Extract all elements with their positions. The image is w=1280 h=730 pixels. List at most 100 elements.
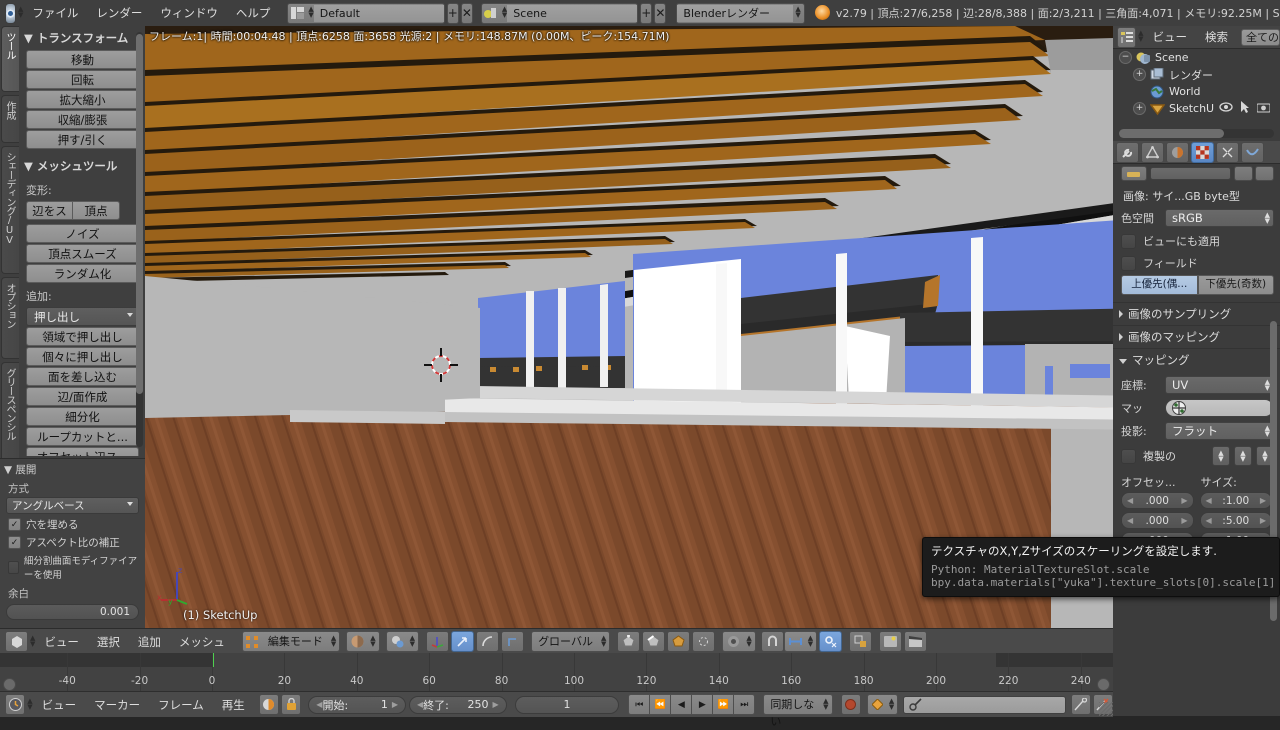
renderability-camera-icon[interactable]: [1256, 102, 1271, 116]
operator-panel-title[interactable]: ▼ 展開: [0, 459, 145, 479]
insert-keyframe-icon[interactable]: [1070, 694, 1091, 715]
snap-magnet-icon[interactable]: [760, 631, 784, 652]
offset-y-field[interactable]: ◀ .000 ▶: [1121, 512, 1194, 529]
prev-keyframe-icon[interactable]: ⏪: [650, 694, 672, 715]
tool-vertex-slide[interactable]: 頂点: [73, 201, 120, 220]
transform-panel-title[interactable]: ▼ トランスフォーム: [20, 26, 145, 49]
timeline-editor-type-icon[interactable]: [5, 694, 26, 715]
mode-selector[interactable]: 編集モード ▲ ▼: [241, 631, 341, 652]
offset-x-field[interactable]: ◀ .000 ▶: [1121, 492, 1194, 509]
tool-inset-faces[interactable]: 面を差し込む: [26, 367, 139, 386]
outliner-item-render[interactable]: + レンダー: [1113, 66, 1280, 83]
record-icon[interactable]: [840, 694, 861, 715]
sync-mode-selector[interactable]: 同期しない ▲ ▼: [763, 694, 833, 728]
section-mapping[interactable]: マッピング: [1113, 348, 1280, 371]
tab-shading-uv[interactable]: シェーディング/UV: [1, 146, 19, 274]
outliner-hscroll-thumb[interactable]: [1119, 129, 1224, 138]
timeline-hscroll-right-handle[interactable]: [1097, 678, 1110, 691]
tab-modifier-icon[interactable]: [1141, 141, 1164, 163]
menu-help[interactable]: ヘルプ: [227, 2, 280, 24]
fields-checkbox[interactable]: [1121, 255, 1136, 271]
tool-rotate[interactable]: 回転: [26, 70, 139, 89]
margin-value-field[interactable]: 0.001: [6, 604, 139, 620]
tool-push-pull[interactable]: 押す/引く: [26, 130, 139, 149]
fields-row[interactable]: フィールド: [1113, 249, 1280, 271]
unwrap-method-dropdown[interactable]: アングルベース: [6, 497, 139, 514]
size-y-field[interactable]: ◀:5.00 ▶: [1199, 512, 1272, 529]
duplicate-checkbox[interactable]: [1121, 448, 1136, 464]
timeline-editor[interactable]: -40 -20 0 20 40 60 80 100 120 140 160 180 200 220 240 …: [0, 653, 1114, 728]
render-engine-value[interactable]: Blenderレンダー: [677, 4, 794, 22]
tl-menu-frame[interactable]: フレーム: [149, 694, 213, 716]
edge-select-icon[interactable]: [642, 631, 666, 652]
screen-layout-value[interactable]: Default: [313, 4, 444, 22]
tool-move[interactable]: 移動: [26, 50, 139, 69]
tool-randomize[interactable]: ランダム化: [26, 264, 139, 283]
tool-loop-cut[interactable]: ループカットと...: [26, 427, 139, 446]
keying-set-type-selector[interactable]: ▲ ▼: [866, 694, 899, 715]
view-as-render-row[interactable]: ビューにも適用: [1113, 227, 1280, 249]
colorspace-row[interactable]: 色空間 sRGB ▲ ▼: [1113, 206, 1280, 227]
vp-menu-mesh[interactable]: メッシュ: [170, 631, 234, 653]
tool-extrude-region[interactable]: 領域で押し出し: [26, 327, 139, 346]
field-order-toggle[interactable]: 上優先(偶... 下優先(奇数): [1121, 275, 1274, 295]
tl-menu-view[interactable]: ビュー: [33, 694, 86, 716]
transform-orientation-value[interactable]: グローバル: [532, 633, 599, 650]
delete-screen-layout-button[interactable]: ✕: [460, 2, 473, 24]
use-subsurf-row[interactable]: 細分割曲面モディファイアーを使用: [0, 550, 145, 581]
keying-spinner[interactable]: ▲ ▼: [889, 697, 894, 711]
tab-options[interactable]: オプション: [1, 277, 19, 359]
timeline-ruler[interactable]: -40 -20 0 20 40 60 80 100 120 140 160 180 200 220 240: [0, 653, 1113, 691]
collapse-icon[interactable]: −: [1119, 51, 1132, 64]
tab-material-icon[interactable]: [1166, 141, 1189, 163]
tab-particles-icon[interactable]: [1216, 141, 1239, 163]
selectability-cursor-icon[interactable]: [1240, 101, 1250, 116]
tool-edge-slide[interactable]: 辺をス: [26, 201, 73, 220]
duplicate-row[interactable]: 複製の ▲ ▼ ▲ ▼ ▲ ▼: [1113, 440, 1280, 466]
render-engine-selector[interactable]: Blenderレンダー ▲ ▼: [676, 2, 805, 24]
manipulator-toggle-icon[interactable]: [426, 631, 450, 652]
outliner-menu-search[interactable]: 検索: [1196, 26, 1237, 48]
tab-texture-icon[interactable]: [1191, 141, 1214, 163]
tool-extrude-dropdown[interactable]: 押し出し: [26, 307, 139, 326]
outliner-filter-button[interactable]: 全ての: [1240, 28, 1280, 46]
tab-tools[interactable]: ツール: [1, 26, 19, 92]
uvmap-row[interactable]: マッ: [1113, 394, 1280, 417]
viewport-shading-selector[interactable]: ▲ ▼: [346, 631, 380, 652]
current-frame-field[interactable]: 1: [514, 695, 620, 714]
outliner-hscroll-track[interactable]: [1119, 129, 1274, 138]
correct-aspect-checkbox[interactable]: ✓: [8, 536, 21, 549]
transform-orientation-spinner[interactable]: ▲ ▼: [601, 634, 606, 648]
meshtools-panel-title[interactable]: ▼ メッシュツール: [20, 149, 145, 177]
rotate-manipulator-icon[interactable]: [476, 631, 500, 652]
render-engine-spinner[interactable]: ▲ ▼: [795, 6, 800, 19]
delete-scene-button[interactable]: ✕: [654, 2, 667, 24]
texture-new-icon[interactable]: [1234, 166, 1253, 181]
use-subsurf-checkbox[interactable]: [8, 560, 19, 574]
vertex-select-icon[interactable]: [617, 631, 641, 652]
tool-smooth-vertex[interactable]: 頂点スムーズ: [26, 244, 139, 263]
vp-menu-view[interactable]: ビュー: [35, 631, 88, 653]
pivot-point-selector[interactable]: ▲ ▼: [385, 631, 420, 652]
tool-shelf-scroll-thumb[interactable]: [136, 34, 143, 394]
scene-name-value[interactable]: Scene: [507, 4, 638, 22]
fill-holes-checkbox[interactable]: ✓: [8, 518, 21, 531]
outliner-editor-type-icon[interactable]: [1117, 26, 1137, 48]
tool-shrink-fatten[interactable]: 収縮/膨張: [26, 110, 139, 129]
tool-make-edge-face[interactable]: 辺/面作成: [26, 387, 139, 406]
editor-type-icon[interactable]: [5, 631, 28, 652]
menu-render[interactable]: レンダー: [87, 2, 151, 24]
play-icon[interactable]: ▶: [692, 694, 714, 715]
translate-manipulator-icon[interactable]: [451, 631, 475, 652]
mode-value[interactable]: 編集モード: [262, 633, 329, 650]
size-x-field[interactable]: ◀:1.00 ▶: [1199, 492, 1272, 509]
expand-icon[interactable]: +: [1133, 68, 1146, 81]
keying-set-field[interactable]: [903, 695, 1066, 714]
screen-layout-selector[interactable]: ▲ ▼ Default: [287, 2, 445, 24]
limit-selection-icon[interactable]: [692, 631, 716, 652]
section-image-sampling[interactable]: 画像のサンプリング: [1113, 302, 1280, 325]
tl-menu-playback[interactable]: 再生: [213, 694, 254, 716]
tab-tool-icon[interactable]: [1116, 141, 1139, 163]
menu-file[interactable]: ファイル: [23, 2, 87, 24]
field-order-lower-first[interactable]: 下優先(奇数): [1197, 275, 1274, 295]
